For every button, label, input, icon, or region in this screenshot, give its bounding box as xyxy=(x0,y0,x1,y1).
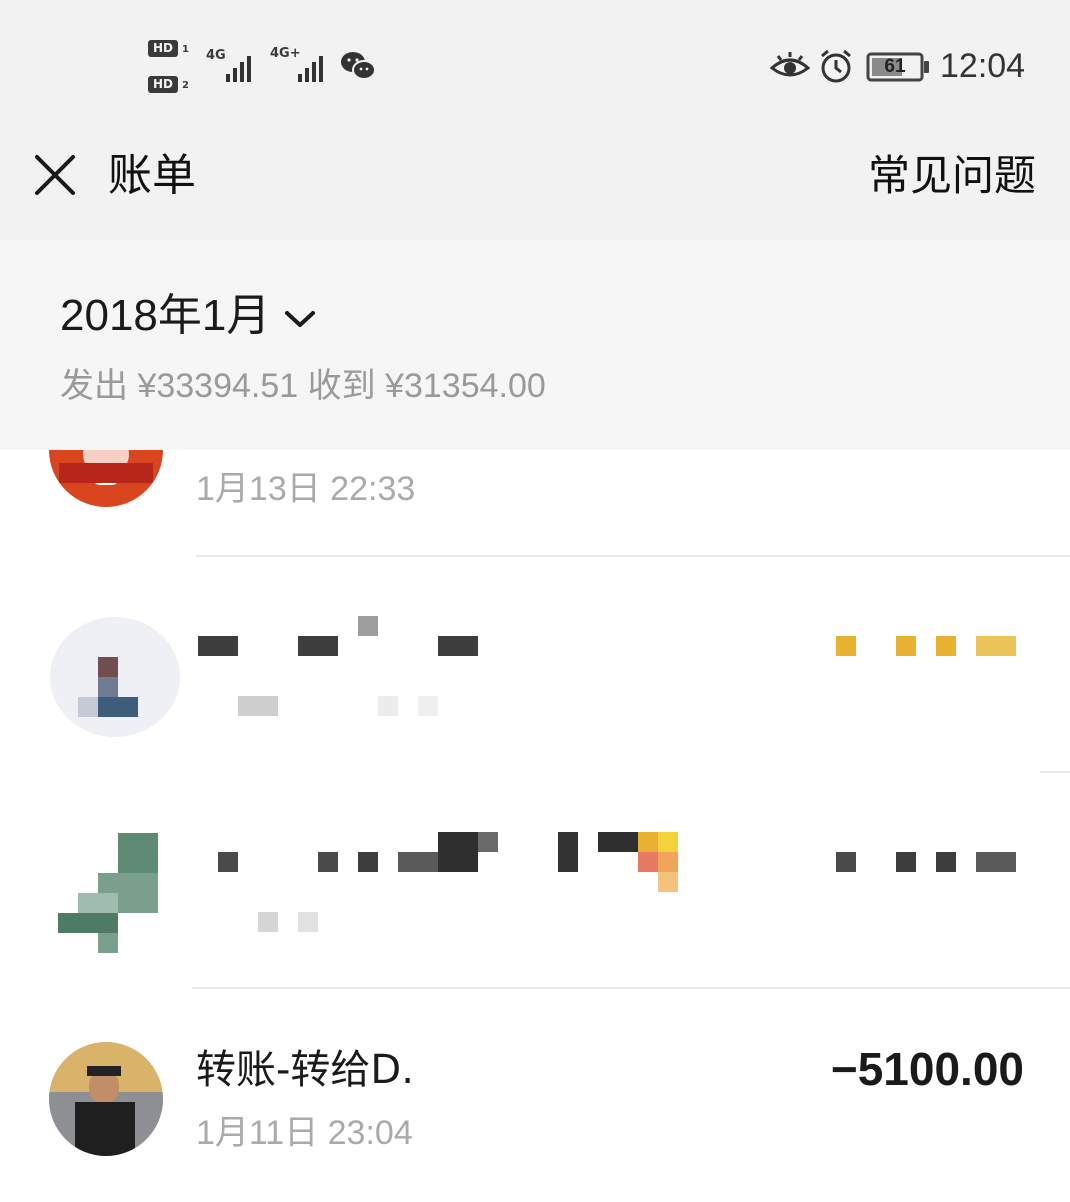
transaction-title: 转账-转给D. xyxy=(196,1047,414,1093)
month-label: 2018年1月 xyxy=(60,291,271,340)
month-summary: 2018年1月 发出 ¥33394.51 收到 ¥31354.00 xyxy=(0,240,1070,450)
status-bar: HD 1 HD 2 4G 4G+ 61 12:04 xyxy=(0,0,1070,130)
signal-strength-1-icon xyxy=(226,52,251,82)
hd1-indicator: HD xyxy=(148,40,178,57)
faq-link[interactable]: 常见问题 xyxy=(868,148,1036,204)
eye-icon xyxy=(770,52,810,77)
hd1-sim-label: 1 xyxy=(182,44,189,55)
transaction-row-redacted[interactable] xyxy=(0,773,1070,987)
avatar xyxy=(50,617,180,737)
chevron-down-icon xyxy=(285,311,316,327)
alarm-icon xyxy=(821,49,851,83)
hd2-sim-label: 2 xyxy=(182,80,189,91)
transaction-amount: −5100.00 xyxy=(830,1043,1024,1095)
month-selector[interactable]: 2018年1月 xyxy=(60,288,316,344)
transaction-row[interactable]: 转账-转给D. −5100.00 1月11日 23:04 xyxy=(0,989,1070,1202)
avatar xyxy=(49,1042,163,1156)
page-title: 账单 xyxy=(108,150,196,201)
wechat-icon xyxy=(341,52,376,80)
signal-strength-2-icon xyxy=(298,52,323,82)
month-totals: 发出 ¥33394.51 收到 ¥31354.00 xyxy=(60,367,546,405)
network-type-1: 4G xyxy=(206,48,226,63)
close-button[interactable] xyxy=(30,150,80,200)
hd2-indicator: HD xyxy=(148,76,178,93)
battery-level: 61 xyxy=(884,56,906,77)
transaction-time: 1月13日 22:33 xyxy=(196,470,416,508)
status-time: 12:04 xyxy=(940,47,1026,85)
avatar xyxy=(56,833,166,953)
close-icon xyxy=(35,155,75,195)
header-bar: 账单 常见问题 xyxy=(0,130,1070,240)
transaction-time: 1月11日 23:04 xyxy=(196,1114,413,1152)
transaction-row-redacted[interactable] xyxy=(0,557,1070,771)
network-type-2: 4G+ xyxy=(270,46,301,61)
